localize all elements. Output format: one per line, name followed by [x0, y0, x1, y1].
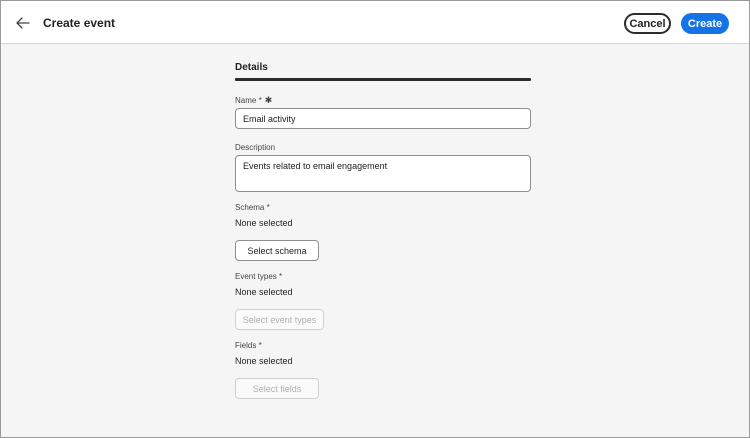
description-textarea[interactable]: Events related to email engagement [235, 155, 531, 192]
select-event-types-button: Select event types [235, 309, 324, 330]
select-schema-button[interactable]: Select schema [235, 240, 319, 261]
event-types-field-label: Event types * [235, 272, 283, 281]
schema-value: None selected [235, 218, 293, 228]
name-label-text: Name * [235, 96, 262, 105]
arrow-left-icon [16, 17, 30, 29]
back-button[interactable] [13, 14, 33, 32]
asterisk-icon: ✱ [264, 95, 273, 105]
tab-details[interactable]: Details [235, 62, 268, 73]
app-window: Create event Cancel Create Details Name … [0, 0, 750, 438]
top-header: Create event Cancel Create [1, 1, 749, 44]
fields-value: None selected [235, 356, 293, 366]
name-input[interactable]: Email activity [235, 108, 531, 129]
tab-selected-indicator [235, 78, 531, 81]
name-field-label: Name * ✱ [235, 95, 272, 106]
page-title: Create event [43, 16, 116, 30]
schema-field-label: Schema * [235, 203, 270, 212]
cancel-button[interactable]: Cancel [624, 13, 671, 34]
select-fields-button: Select fields [235, 378, 319, 399]
create-button[interactable]: Create [681, 13, 729, 34]
fields-field-label: Fields * [235, 341, 262, 350]
event-types-value: None selected [235, 287, 293, 297]
description-field-label: Description [235, 143, 276, 152]
